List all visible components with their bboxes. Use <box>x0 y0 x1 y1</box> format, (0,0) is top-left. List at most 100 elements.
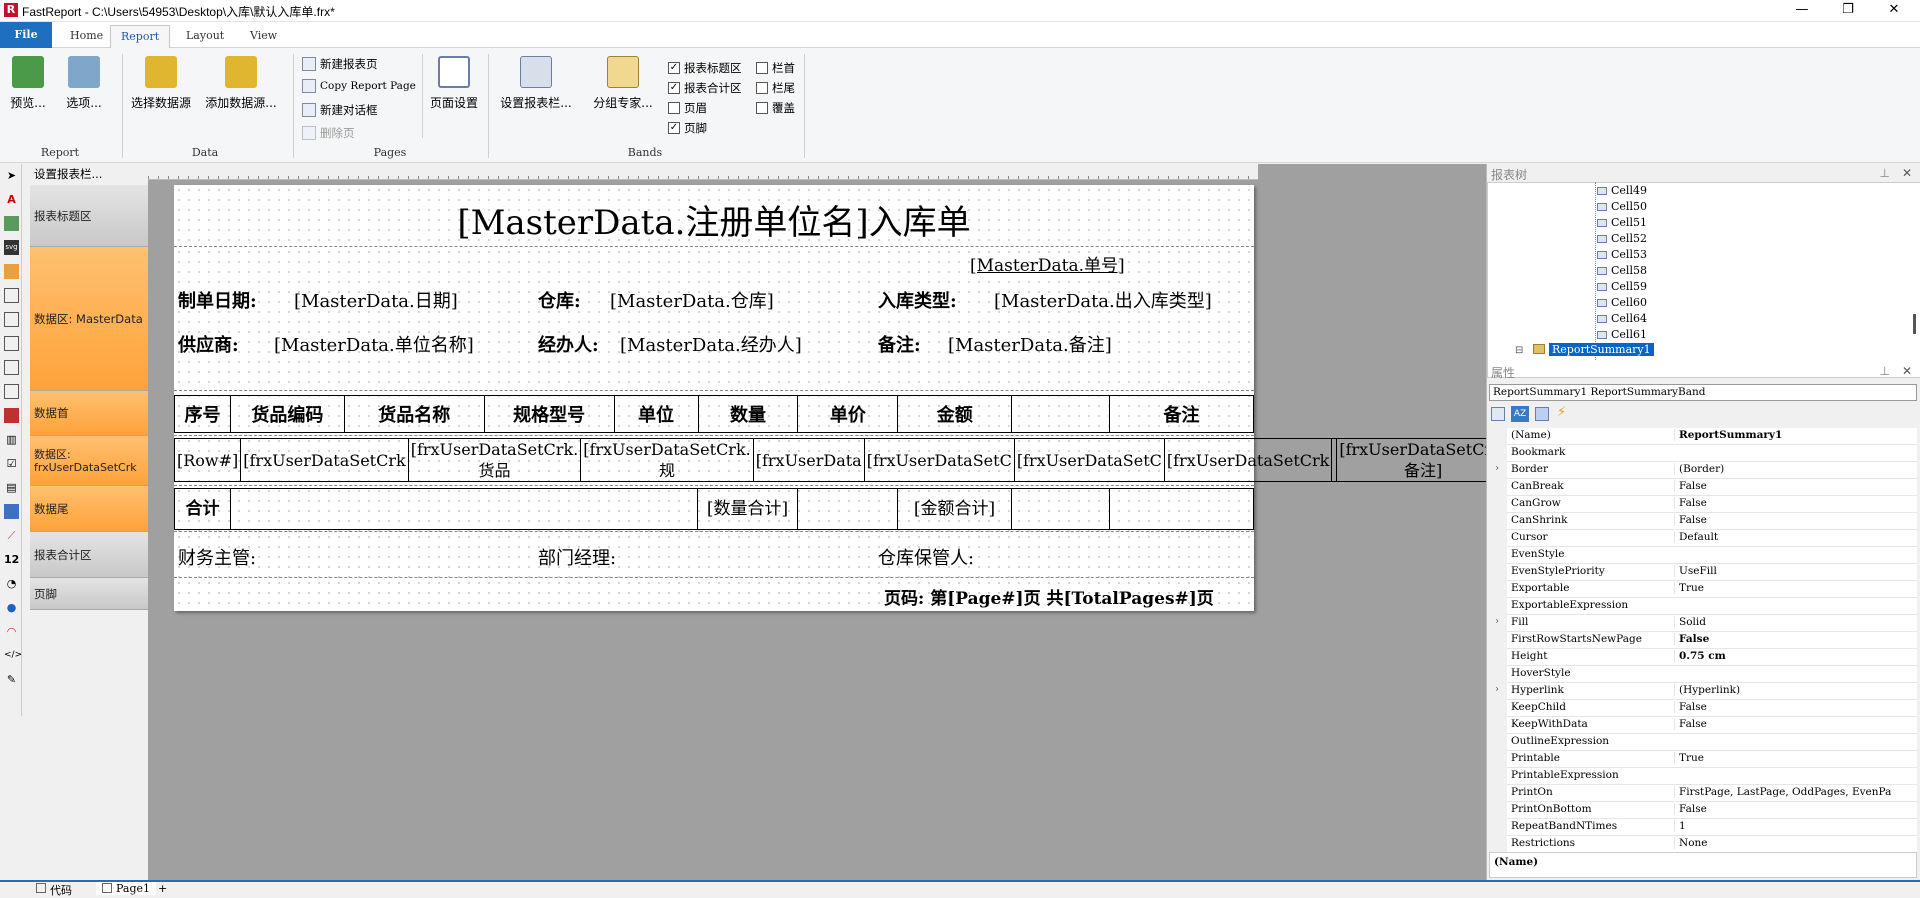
expand-icon[interactable]: › <box>1495 463 1499 474</box>
properties-icon[interactable] <box>1535 407 1549 421</box>
sparkline-icon[interactable]: ⟋ <box>4 528 19 543</box>
tree-item[interactable]: Cell49 <box>1597 184 1647 197</box>
page-footer-band[interactable]: 页码: 第[Page#]页 共[TotalPages#]页 <box>174 578 1254 611</box>
pen-icon[interactable]: ✎ <box>4 672 19 687</box>
close-button[interactable]: ✕ <box>1872 0 1916 22</box>
maximize-button[interactable]: ❐ <box>1826 0 1870 22</box>
property-row[interactable]: KeepWithData False <box>1507 717 1917 734</box>
masterdata-band[interactable]: [MasterData.单号] 制单日期: [MasterData.日期] 仓库… <box>174 247 1254 391</box>
property-row[interactable]: EvenStyle <box>1507 547 1917 564</box>
property-value[interactable]: FirstPage, LastPage, OddPages, EvenPa <box>1674 786 1914 798</box>
tree-scrollbar[interactable] <box>1913 314 1916 334</box>
events-icon[interactable]: ⚡ <box>1557 405 1566 420</box>
supplier-label[interactable]: 供应商: <box>178 331 239 357</box>
tab-file[interactable]: File <box>0 22 52 48</box>
header-table[interactable]: 序号 货品编码 货品名称 规格型号 单位 数量 单价 金额 备注 <box>174 395 1254 433</box>
footer-table[interactable]: 合计 [数量合计] [金额合计] <box>174 488 1254 530</box>
supplier-value[interactable]: [MasterData.单位名称] <box>274 331 474 357</box>
finance-manager-label[interactable]: 财务主管: <box>178 544 256 570</box>
picture-icon[interactable] <box>4 216 19 231</box>
data-cell[interactable]: [frxUserDataSetC <box>1013 438 1165 482</box>
report-summary-band[interactable]: 财务主管: 部门经理: 仓库保管人: <box>174 532 1254 578</box>
data-cell[interactable]: [frxUserDataSetCrk <box>240 438 409 482</box>
date-label[interactable]: 制单日期: <box>178 287 257 313</box>
table-icon[interactable] <box>4 336 19 351</box>
header-cell[interactable]: 备注 <box>1109 395 1254 433</box>
property-value[interactable]: (Border) <box>1674 463 1914 475</box>
header-cell[interactable]: 单价 <box>797 395 899 433</box>
tree-item[interactable]: Cell64 <box>1597 312 1647 325</box>
number-icon[interactable]: 12 <box>4 552 19 567</box>
setup-bands-button[interactable]: 设置报表栏... <box>496 56 576 111</box>
data-cell[interactable]: [frxUserData <box>752 438 865 482</box>
tree-item-selected[interactable]: ReportSummary1 <box>1549 343 1654 356</box>
band-label-page-footer[interactable]: 页脚 <box>30 578 148 610</box>
property-value[interactable]: Default <box>1674 531 1914 543</box>
copy-page-button[interactable]: Copy Report Page <box>302 79 416 93</box>
property-row[interactable]: › Border (Border) <box>1495 462 1917 479</box>
header-cell[interactable]: 序号 <box>174 395 231 433</box>
property-row[interactable]: OutlineExpression <box>1507 734 1917 751</box>
property-value[interactable]: True <box>1674 582 1914 594</box>
property-row[interactable]: Height 0.75 cm <box>1507 649 1917 666</box>
pin-icon[interactable]: ⊥ <box>1880 166 1890 180</box>
property-row[interactable]: CanBreak False <box>1507 479 1917 496</box>
property-value[interactable]: False <box>1674 718 1914 730</box>
check-overlay[interactable]: 覆盖 <box>756 100 795 116</box>
alphabetical-icon[interactable]: AZ <box>1511 406 1529 422</box>
collapse-icon[interactable]: ⊟ <box>1515 345 1523 356</box>
property-row[interactable]: Exportable True <box>1507 581 1917 598</box>
stock-in-type-value[interactable]: [MasterData.出入库类型] <box>994 287 1212 313</box>
data-footer-band[interactable]: 合计 [数量合计] [金额合计] <box>174 486 1254 532</box>
band-label-report-summary[interactable]: 报表合计区 <box>30 532 148 578</box>
property-row[interactable]: CanGrow False <box>1507 496 1917 513</box>
checkbox-tool-icon[interactable]: ☑ <box>4 456 19 471</box>
tree-item[interactable]: Cell51 <box>1597 216 1647 229</box>
options-button[interactable]: 选项... <box>62 56 106 111</box>
tree-item[interactable]: Cell53 <box>1597 248 1647 261</box>
property-row[interactable]: FirstRowStartsNewPage False <box>1507 632 1917 649</box>
band-label-data-footer[interactable]: 数据尾 <box>30 486 148 532</box>
band-panel-header[interactable]: 设置报表栏... <box>34 166 102 182</box>
check-column-footer[interactable]: 栏尾 <box>756 80 795 96</box>
object-selector[interactable]: ReportSummary1 ReportSummaryBand <box>1489 384 1917 401</box>
tab-report[interactable]: Report <box>110 25 171 48</box>
property-row[interactable]: PrintOnBottom False <box>1507 802 1917 819</box>
data-cell[interactable]: [frxUserDataSetCrk.规 <box>580 438 754 482</box>
property-row[interactable]: HoverStyle <box>1507 666 1917 683</box>
property-value[interactable]: ReportSummary1 <box>1674 429 1914 441</box>
html-icon[interactable]: </> <box>4 648 22 663</box>
data-cell[interactable]: [frxUserDataSetCrk <box>1163 438 1333 482</box>
tree-item[interactable]: Cell59 <box>1597 280 1647 293</box>
tab-layout[interactable]: Layout <box>176 25 234 48</box>
property-value[interactable]: None <box>1674 837 1914 849</box>
new-page-button[interactable]: 新建报表页 <box>302 56 378 72</box>
data-header-band[interactable]: 序号 货品编码 货品名称 规格型号 单位 数量 单价 金额 备注 <box>174 391 1254 436</box>
property-value[interactable]: False <box>1674 701 1914 713</box>
dial-icon[interactable]: ◠ <box>4 624 19 639</box>
add-datasource-button[interactable]: 添加数据源... <box>202 56 280 111</box>
property-row[interactable]: › Hyperlink (Hyperlink) <box>1495 683 1917 700</box>
check-report-title[interactable]: ✓ 报表标题区 <box>668 60 742 76</box>
report-title-text[interactable]: [MasterData.注册单位名]入库单 <box>174 195 1254 244</box>
data-cell[interactable]: [frxUserDataSetC <box>863 438 1015 482</box>
property-value[interactable]: True <box>1674 752 1914 764</box>
header-cell[interactable]: 金额 <box>897 395 1013 433</box>
band-label-masterdata[interactable]: 数据区: MasterData <box>30 247 148 391</box>
header-cell[interactable]: 货品编码 <box>229 395 345 433</box>
subreport-icon[interactable] <box>4 288 19 303</box>
tab-page1[interactable]: Page1 <box>96 882 157 895</box>
check-page-footer[interactable]: ✓ 页脚 <box>668 120 707 136</box>
pin-icon[interactable]: ⊥ <box>1880 364 1890 378</box>
group-expert-button[interactable]: 分组专家... <box>588 56 658 111</box>
tab-home[interactable]: Home <box>60 25 113 48</box>
check-page-header[interactable]: 页眉 <box>668 100 707 116</box>
property-row[interactable]: Printable True <box>1507 751 1917 768</box>
warehouse-label[interactable]: 仓库: <box>538 287 581 313</box>
property-row[interactable]: Bookmark <box>1507 445 1917 462</box>
property-value[interactable]: False <box>1674 803 1914 815</box>
detail-table[interactable]: [Row#] [frxUserDataSetCrk [frxUserDataSe… <box>173 438 1510 482</box>
property-value[interactable]: 0.75 cm <box>1674 650 1914 662</box>
check-report-summary[interactable]: ✓ 报表合计区 <box>668 80 742 96</box>
date-value[interactable]: [MasterData.日期] <box>294 287 458 313</box>
